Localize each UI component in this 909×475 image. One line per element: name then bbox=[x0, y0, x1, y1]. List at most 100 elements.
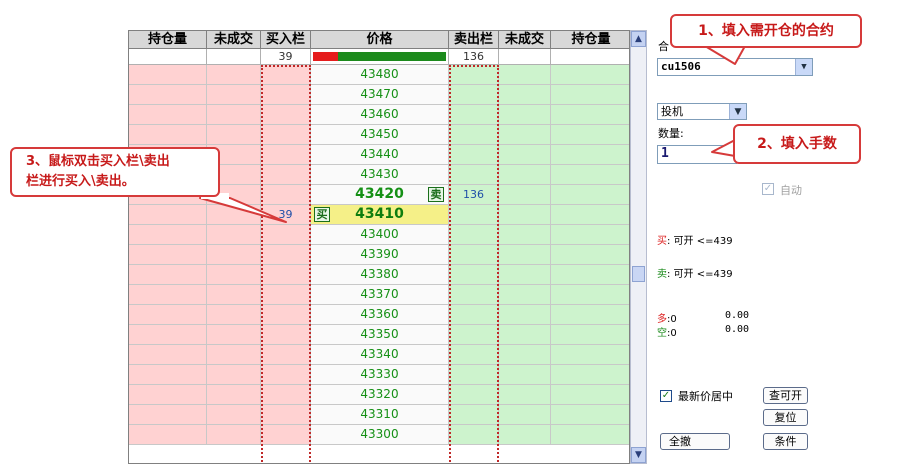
ladder-row: 43300 bbox=[129, 425, 629, 445]
ladder-row: 43350 bbox=[129, 325, 629, 345]
long-amount: 0.00 bbox=[725, 310, 750, 321]
pending-buy-cell bbox=[207, 265, 261, 285]
quantity-input[interactable]: 1 bbox=[657, 145, 737, 164]
pending-buy-cell bbox=[207, 245, 261, 265]
header-position-buy: 持仓量 bbox=[129, 31, 207, 49]
price-cell: 43440 bbox=[311, 145, 449, 165]
price-value: 43350 bbox=[360, 327, 399, 341]
pending-sell-cell bbox=[499, 225, 551, 245]
ladder-row: 43360 bbox=[129, 305, 629, 325]
ladder-scrollbar[interactable]: ▲ ▼ bbox=[630, 30, 647, 464]
pending-sell-cell bbox=[499, 185, 551, 205]
pressure-bar bbox=[311, 49, 449, 65]
price-cell: 43430 bbox=[311, 165, 449, 185]
position-buy-cell bbox=[129, 425, 207, 445]
position-buy-cell bbox=[129, 65, 207, 85]
pending-sell-cell bbox=[499, 205, 551, 225]
contract-value: cu1506 bbox=[661, 60, 701, 73]
position-buy-cell bbox=[129, 345, 207, 365]
pending-sell-cell bbox=[499, 145, 551, 165]
position-sell-cell bbox=[551, 345, 629, 365]
price-value: 43410 bbox=[355, 206, 404, 222]
price-value: 43400 bbox=[360, 227, 399, 241]
ladder-row: 43450 bbox=[129, 125, 629, 145]
price-cell: 43330 bbox=[311, 365, 449, 385]
long-position-line: 多:0 bbox=[657, 310, 677, 325]
price-cell: 43360 bbox=[311, 305, 449, 325]
price-value: 43390 bbox=[360, 247, 399, 261]
position-buy-cell bbox=[129, 125, 207, 145]
order-type-select[interactable]: 投机 ▼ bbox=[657, 103, 747, 120]
ladder-row: 43390 bbox=[129, 245, 629, 265]
position-buy-cell bbox=[129, 245, 207, 265]
position-buy-cell bbox=[129, 285, 207, 305]
pending-sell-cell bbox=[499, 325, 551, 345]
price-value: 43330 bbox=[360, 367, 399, 381]
header-buy-column: 买入栏 bbox=[261, 31, 311, 49]
callout-1: 1、填入需开仓的合约 bbox=[670, 14, 862, 48]
center-latest-checkbox[interactable]: ✓ bbox=[660, 390, 672, 402]
ladder-row: 43310 bbox=[129, 405, 629, 425]
order-type-value: 投机 bbox=[661, 105, 683, 118]
ladder-row: 43370 bbox=[129, 285, 629, 305]
callout-2: 2、填入手数 bbox=[733, 124, 861, 164]
condition-button[interactable]: 条件 bbox=[763, 433, 808, 450]
price-cell: 43470 bbox=[311, 85, 449, 105]
pending-buy-cell bbox=[207, 65, 261, 85]
scroll-down-button[interactable]: ▼ bbox=[631, 447, 646, 463]
short-value: :0 bbox=[667, 328, 677, 339]
price-value: 43340 bbox=[360, 347, 399, 361]
price-cell: 43480 bbox=[311, 65, 449, 85]
sell-open-line: 卖: 可开 <=439 bbox=[657, 265, 733, 280]
position-sell-cell bbox=[551, 205, 629, 225]
quantity-label: 数量: bbox=[658, 127, 684, 140]
position-buy-cell bbox=[129, 325, 207, 345]
sell-tag: 卖 bbox=[428, 187, 444, 202]
pending-buy-cell bbox=[207, 365, 261, 385]
chevron-down-icon[interactable]: ▼ bbox=[795, 59, 812, 75]
price-cell: 43460 bbox=[311, 105, 449, 125]
ladder-row: 43460 bbox=[129, 105, 629, 125]
cancel-all-button[interactable]: 全撤 bbox=[660, 433, 730, 450]
buy-tag: 买 bbox=[314, 207, 330, 222]
position-sell-cell bbox=[551, 265, 629, 285]
scroll-thumb[interactable] bbox=[632, 266, 645, 282]
position-sell-cell bbox=[551, 65, 629, 85]
query-open-button[interactable]: 查可开 bbox=[763, 387, 808, 404]
callout-3: 3、鼠标双击买入栏\卖出 栏进行买入\卖出。 bbox=[10, 147, 220, 197]
auto-label: 自动 bbox=[780, 184, 802, 197]
pending-buy-cell bbox=[207, 385, 261, 405]
contract-label: 合 bbox=[658, 40, 669, 53]
sell-column-highlight bbox=[449, 65, 499, 463]
position-sell-cell bbox=[551, 405, 629, 425]
pending-sell-cell bbox=[499, 125, 551, 145]
summary-position-sell bbox=[551, 49, 629, 65]
pressure-bar-buy bbox=[313, 52, 339, 61]
ladder-row: 43400 bbox=[129, 225, 629, 245]
price-cell: 43380 bbox=[311, 265, 449, 285]
pending-sell-cell bbox=[499, 265, 551, 285]
pending-sell-cell bbox=[499, 365, 551, 385]
price-value: 43360 bbox=[360, 307, 399, 321]
price-cell: 43300 bbox=[311, 425, 449, 445]
price-value: 43420 bbox=[355, 186, 404, 202]
auto-checkbox[interactable]: ✓ bbox=[762, 183, 774, 195]
price-value: 43470 bbox=[360, 87, 399, 101]
price-cell: 43420 卖 bbox=[311, 185, 449, 205]
contract-select[interactable]: cu1506 ▼ bbox=[657, 58, 813, 76]
price-cell: 43400 bbox=[311, 225, 449, 245]
pending-sell-cell bbox=[499, 105, 551, 125]
position-sell-cell bbox=[551, 225, 629, 245]
pending-sell-cell bbox=[499, 165, 551, 185]
callout-3-line-2: 栏进行买入\卖出。 bbox=[26, 174, 135, 189]
ladder-row: 43470 bbox=[129, 85, 629, 105]
pending-buy-cell bbox=[207, 225, 261, 245]
pending-buy-cell bbox=[207, 285, 261, 305]
buy-open-value: : 可开 <=439 bbox=[667, 236, 733, 247]
summary-pending-buy bbox=[207, 49, 261, 65]
pending-sell-cell bbox=[499, 305, 551, 325]
price-value: 43460 bbox=[360, 107, 399, 121]
reset-button[interactable]: 复位 bbox=[763, 409, 808, 426]
chevron-down-icon[interactable]: ▼ bbox=[729, 104, 746, 119]
scroll-up-button[interactable]: ▲ bbox=[631, 31, 646, 47]
